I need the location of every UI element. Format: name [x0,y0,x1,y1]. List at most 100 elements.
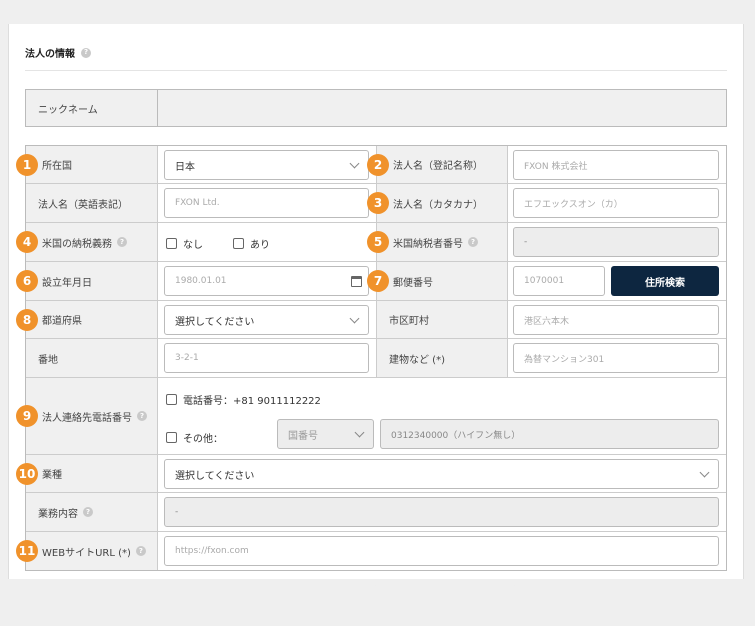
step-badge: 6 [16,270,38,292]
step-badge: 1 [16,153,38,176]
us-tin-label-text: 米国納税者番号 [393,238,463,250]
business-label-text: 業務内容 [38,508,78,520]
help-icon[interactable]: ? [468,237,478,247]
step-badge: 8 [16,308,38,331]
us-tax-label: 4 米国の納税義務 ? [16,223,158,261]
name-kana-label: 3 法人名（カタカナ） [367,184,508,222]
step-badge: 7 [367,270,389,292]
form-row-industry: 10 業種 選択してください [16,455,726,493]
website-label: 11 WEBサイトURL (*) ? [16,532,158,570]
postal-label-text: 郵便番号 [393,277,433,289]
section-title-text: 法人の情報 [25,49,75,60]
step-badge: 4 [16,231,38,253]
country-code-value: 国番号 [288,430,318,442]
corporate-info-panel: 法人の情報 ? ニックネーム ✔ taro123 1 所在国 日本 2 法人名（… [8,24,744,579]
name-en-input[interactable]: FXON Ltd. [164,188,369,218]
help-icon[interactable]: ? [137,411,147,421]
prefecture-label: 8 都道府県 [16,301,158,338]
form-row-names: 法人名（英語表記） FXON Ltd. 3 法人名（カタカナ） エフエックスオン… [26,184,726,223]
location-label: 1 所在国 [16,146,158,183]
phone-label-text: 法人連絡先電話番号 [42,412,132,424]
founded-date-input[interactable]: 1980.01.01 [164,266,369,296]
form-row-street: 番地 3-2-1 建物など (*) 為替マンション301 [26,339,726,378]
help-icon[interactable]: ? [81,47,91,58]
country-code-select[interactable]: 国番号 [277,419,374,449]
form-row-prefecture: 8 都道府県 選択してください 市区町村 港区六本木 [16,301,726,339]
founded-date-placeholder: 1980.01.01 [175,276,227,286]
corporate-form: 1 所在国 日本 2 法人名（登記名称） FXON 株式会社 法人名（英語表記）… [16,145,727,571]
business-input[interactable]: - [164,497,719,527]
location-label-text: 所在国 [42,161,72,172]
section-title: 法人の情報 ? [25,45,91,60]
city-label: 市区町村 [376,301,508,338]
step-badge: 9 [16,405,38,427]
chevron-down-icon [349,158,360,169]
step-badge: 10 [16,462,38,485]
industry-label-text: 業種 [42,470,62,481]
checkbox-icon [233,238,244,249]
us-tax-option-no-label: なし [183,240,203,251]
help-icon[interactable]: ? [135,546,146,556]
country-select-value: 日本 [175,161,195,173]
name-en-label: 法人名（英語表記） [26,184,158,222]
prefecture-select[interactable]: 選択してください [164,305,369,335]
prefecture-select-value: 選択してください [175,316,255,328]
other-phone-input[interactable]: 0312340000（ハイフン無し） [380,419,719,449]
help-icon[interactable]: ? [83,507,93,517]
industry-select[interactable]: 選択してください [164,459,719,489]
us-tax-option-yes[interactable]: あり [233,236,270,251]
form-row-us-tax: 4 米国の納税義務 ? なし あり 5 米国納税者番号 ? - [16,223,726,262]
building-label: 建物など (*) [376,339,508,377]
business-label: 業務内容 ? [26,493,158,531]
us-tax-option-no[interactable]: なし [166,236,203,251]
phone-option-other[interactable]: その他： [166,430,223,445]
address-search-button[interactable]: 住所検索 [611,266,719,296]
step-badge: 11 [16,540,38,562]
postal-input[interactable]: 1070001 [513,266,605,296]
form-row-founded: 6 設立年月日 1980.01.01 7 郵便番号 1070001 住所検索 [16,262,726,301]
section-divider [25,70,727,71]
city-input[interactable]: 港区六本木 [513,305,719,335]
legal-name-label-text: 法人名（登記名称） [393,161,483,172]
form-row-website: 11 WEBサイトURL (*) ? https://fxon.com [16,532,726,570]
country-select[interactable]: 日本 [164,150,369,180]
industry-select-value: 選択してください [175,470,255,482]
step-badge: 5 [367,231,389,253]
chevron-down-icon [349,313,360,324]
phone-label: 9 法人連絡先電話番号 ? [16,378,158,454]
calendar-icon[interactable] [351,276,362,287]
form-row-country: 1 所在国 日本 2 法人名（登記名称） FXON 株式会社 [16,146,726,184]
us-tax-option-yes-label: あり [250,240,270,251]
form-row-business: 業務内容 ? - [26,493,726,532]
postal-label: 7 郵便番号 [367,262,508,300]
name-kana-label-text: 法人名（カタカナ） [393,199,483,211]
us-tin-input[interactable]: - [513,227,719,257]
phone-option-registered-label: 電話番号：+81 9011112222 [183,396,321,407]
us-tax-label-text: 米国の納税義務 [42,238,112,250]
website-label-text: WEBサイトURL (*) [42,547,131,559]
name-kana-input[interactable]: エフエックスオン（カ） [513,188,719,218]
prefecture-label-text: 都道府県 [42,316,82,327]
step-badge: 2 [367,153,389,176]
building-input[interactable]: 為替マンション301 [513,343,719,373]
step-badge: 3 [367,192,389,214]
founded-label: 6 設立年月日 [16,262,158,300]
checkbox-icon [166,432,177,443]
founded-label-text: 設立年月日 [42,277,92,289]
phone-option-registered[interactable]: 電話番号：+81 9011112222 [166,392,321,407]
phone-option-other-label: その他： [183,434,223,445]
chevron-down-icon [354,427,365,438]
industry-label: 10 業種 [16,455,158,492]
help-icon[interactable]: ? [117,237,127,247]
street-label: 番地 [26,339,158,377]
nickname-label: ニックネーム [26,90,158,126]
us-tin-label: 5 米国納税者番号 ? [367,223,508,261]
legal-name-input[interactable]: FXON 株式会社 [513,150,719,180]
website-input[interactable]: https://fxon.com [164,536,719,566]
checkbox-icon [166,394,177,405]
street-input[interactable]: 3-2-1 [164,343,369,373]
chevron-down-icon [699,467,710,478]
torn-edge-bottom [0,583,755,608]
checkbox-icon [166,238,177,249]
legal-name-label: 2 法人名（登記名称） [367,146,508,183]
